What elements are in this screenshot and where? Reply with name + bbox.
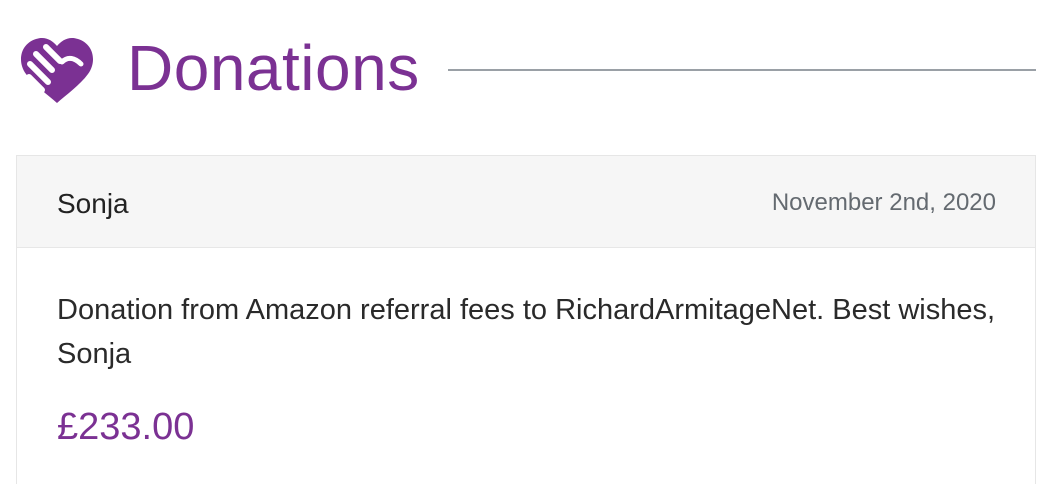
header-divider xyxy=(448,69,1036,71)
donations-page: Donations Sonja November 2nd, 2020 Donat… xyxy=(0,0,1052,484)
donor-name: Sonja xyxy=(57,188,129,219)
section-header: Donations xyxy=(0,0,1052,140)
page-title: Donations xyxy=(127,32,420,104)
donation-date: November 2nd, 2020 xyxy=(771,189,996,216)
donation-card-header: Sonja November 2nd, 2020 xyxy=(17,156,1035,248)
heart-handshake-icon xyxy=(20,37,94,103)
donation-amount: £233.00 xyxy=(57,406,195,448)
donation-message: Donation from Amazon referral fees to Ri… xyxy=(57,294,996,370)
donation-card: Sonja November 2nd, 2020 Donation from A… xyxy=(16,155,1036,484)
